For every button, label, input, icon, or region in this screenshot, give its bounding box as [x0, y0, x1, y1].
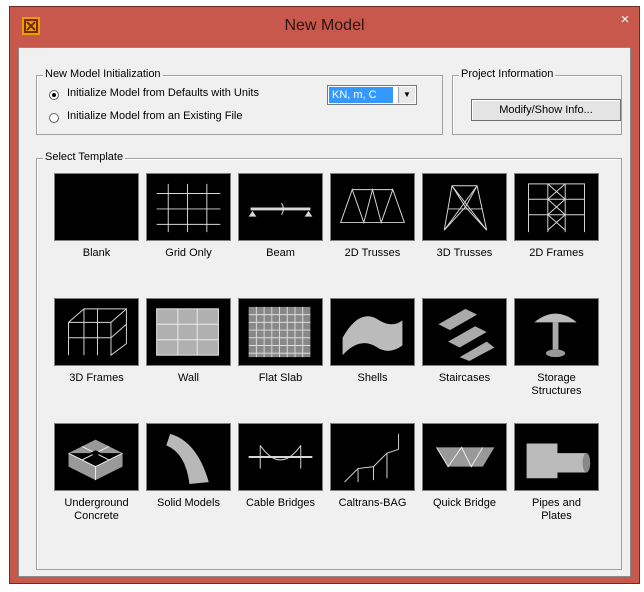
template-label: Wall	[178, 372, 199, 384]
wall-template-icon[interactable]	[146, 298, 231, 366]
template-3d-trusses[interactable]: 3D Trusses	[422, 173, 507, 260]
defaults-radio[interactable]	[49, 90, 59, 100]
quick-bridge-template-icon[interactable]	[422, 423, 507, 491]
3d-frames-template-icon[interactable]	[54, 298, 139, 366]
template-pipes-and-plates[interactable]: Pipes and Plates	[514, 423, 599, 523]
template-label: 2D Trusses	[344, 247, 401, 259]
template-label: Flat Slab	[258, 372, 303, 384]
solid-models-template-icon[interactable]	[146, 423, 231, 491]
template-label: Caltrans-BAG	[338, 497, 407, 509]
template-label: Quick Bridge	[433, 497, 496, 509]
caltrans-bag-template-icon[interactable]	[330, 423, 415, 491]
template-label: Staircases	[438, 372, 491, 384]
beam-template-icon[interactable]	[238, 173, 323, 241]
pipes-and-plates-template-icon[interactable]	[514, 423, 599, 491]
template-label: Solid Models	[157, 497, 220, 509]
defaults-radio-label[interactable]: Initialize Model from Defaults with Unit…	[67, 87, 259, 99]
units-dropdown[interactable]: KN, m, C ▼	[327, 85, 417, 105]
model-initialization-legend: New Model Initialization	[43, 68, 163, 80]
template-shells[interactable]: Shells	[330, 298, 415, 385]
select-template-legend: Select Template	[43, 151, 126, 163]
template-quick-bridge[interactable]: Quick Bridge	[422, 423, 507, 510]
storage-structures-template-icon[interactable]	[514, 298, 599, 366]
2d-trusses-template-icon[interactable]	[330, 173, 415, 241]
cable-bridges-template-icon[interactable]	[238, 423, 323, 491]
model-initialization-group: New Model Initialization Initialize Mode…	[36, 68, 443, 135]
template-label: Grid Only	[165, 247, 212, 259]
template-grid-only[interactable]: Grid Only	[146, 173, 231, 260]
template-underground-concrete[interactable]: Underground Concrete	[54, 423, 139, 523]
staircases-template-icon[interactable]	[422, 298, 507, 366]
shells-template-icon[interactable]	[330, 298, 415, 366]
dialog-body: New Model Initialization Initialize Mode…	[18, 47, 631, 577]
template-label: Beam	[266, 247, 295, 259]
template-flat-slab[interactable]: Flat Slab	[238, 298, 323, 385]
template-storage-structures[interactable]: Storage Structures	[514, 298, 599, 398]
template-caltrans-bag[interactable]: Caltrans-BAG	[330, 423, 415, 510]
existing-file-radio-label[interactable]: Initialize Model from an Existing File	[67, 110, 242, 122]
underground-concrete-template-icon[interactable]	[54, 423, 139, 491]
template-solid-models[interactable]: Solid Models	[146, 423, 231, 510]
template-blank[interactable]: Blank	[54, 173, 139, 260]
grid-only-template-icon[interactable]	[146, 173, 231, 241]
blank-template-icon[interactable]	[54, 173, 139, 241]
template-staircases[interactable]: Staircases	[422, 298, 507, 385]
template-cable-bridges[interactable]: Cable Bridges	[238, 423, 323, 510]
template-3d-frames[interactable]: 3D Frames	[54, 298, 139, 385]
existing-file-radio[interactable]	[49, 113, 59, 123]
template-label: 3D Trusses	[436, 247, 493, 259]
template-wall[interactable]: Wall	[146, 298, 231, 385]
chevron-down-icon[interactable]: ▼	[398, 87, 415, 103]
template-label: Pipes and Plates	[532, 497, 581, 522]
template-beam[interactable]: Beam	[238, 173, 323, 260]
template-label: Shells	[357, 372, 388, 384]
project-information-legend: Project Information	[459, 68, 556, 80]
2d-frames-template-icon[interactable]	[514, 173, 599, 241]
template-label: 2D Frames	[529, 247, 584, 259]
modify-show-info-button[interactable]: Modify/Show Info...	[471, 99, 621, 121]
template-label: Storage Structures	[531, 372, 582, 397]
flat-slab-template-icon[interactable]	[238, 298, 323, 366]
template-label: Blank	[82, 247, 111, 259]
template-label: Underground Concrete	[64, 497, 129, 522]
3d-trusses-template-icon[interactable]	[422, 173, 507, 241]
template-label: 3D Frames	[69, 372, 124, 384]
new-model-dialog: New Model × New Model Initialization Ini…	[9, 6, 640, 584]
units-dropdown-value: KN, m, C	[329, 87, 393, 103]
close-icon[interactable]: ×	[613, 10, 637, 30]
template-2d-frames[interactable]: 2D Frames	[514, 173, 599, 260]
template-label: Cable Bridges	[245, 497, 316, 509]
title-bar[interactable]: New Model ×	[10, 7, 639, 47]
window-title: New Model	[284, 17, 365, 34]
template-2d-trusses[interactable]: 2D Trusses	[330, 173, 415, 260]
